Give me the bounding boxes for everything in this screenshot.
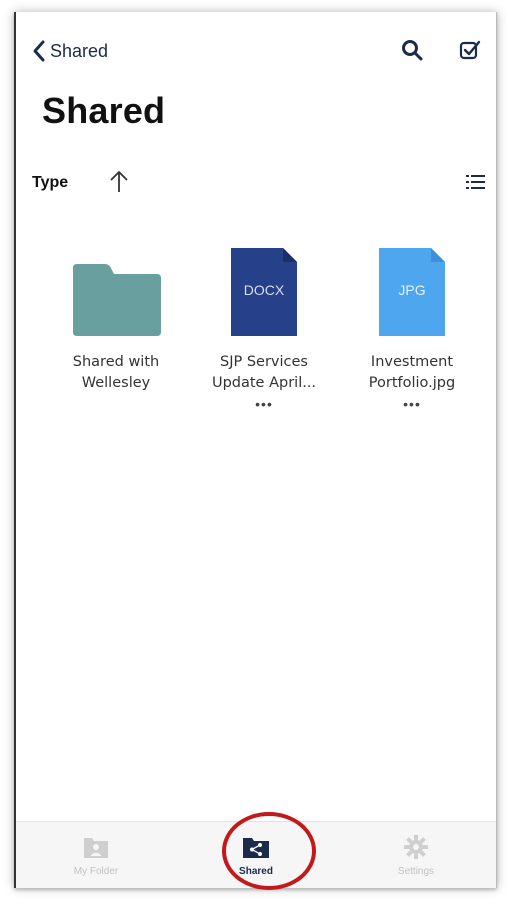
- docx-thumbnail: DOCX: [194, 238, 334, 338]
- item-name-line: Investment: [370, 354, 454, 370]
- select-checkbox-icon: [459, 40, 481, 60]
- app-screen: Shared Shared Type Shared with Wellesley…: [14, 12, 497, 888]
- docx-badge: DOCX: [244, 282, 285, 298]
- item-name-line: Update April...: [211, 375, 317, 391]
- item-name-line: Portfolio.jpg: [368, 375, 456, 391]
- jpg-file-icon: JPG: [379, 248, 445, 336]
- more-options-button[interactable]: •••: [194, 396, 334, 412]
- view-toggle-button[interactable]: [464, 170, 492, 198]
- jpg-thumbnail: JPG: [342, 238, 482, 338]
- grid-item-shared-with-wellesley[interactable]: Shared with Wellesley: [46, 238, 186, 394]
- select-button[interactable]: [456, 36, 484, 64]
- arrow-up-icon: [110, 171, 128, 192]
- chevron-left-icon: [33, 40, 45, 62]
- docx-file-icon: DOCX: [231, 248, 297, 336]
- item-name: Shared with Wellesley: [46, 352, 186, 394]
- tab-icon-wrap: [336, 834, 496, 860]
- folder-icon: [73, 264, 161, 336]
- tab-icon-wrap: [176, 834, 336, 860]
- tab-my-folder[interactable]: My Folder: [16, 822, 176, 888]
- header: Shared Shared: [16, 12, 496, 152]
- grid-item-investment-portfolio[interactable]: JPG Investment Portfolio.jpg •••: [342, 238, 482, 412]
- sort-type-button[interactable]: Type: [32, 174, 68, 192]
- tab-settings[interactable]: Settings: [336, 822, 496, 888]
- page-title: Shared: [42, 90, 166, 131]
- grid-item-sjp-services[interactable]: DOCX SJP Services Update April... •••: [194, 238, 334, 412]
- item-name-line: SJP Services: [220, 354, 308, 370]
- back-button[interactable]: Shared: [32, 38, 108, 64]
- more-options-button[interactable]: •••: [342, 396, 482, 412]
- back-button-label: Shared: [50, 40, 109, 61]
- item-name: Investment Portfolio.jpg: [342, 352, 482, 394]
- tab-shared[interactable]: Shared: [176, 822, 336, 888]
- search-button[interactable]: [398, 36, 426, 64]
- tab-bar: My Folder Shared Settings: [16, 821, 496, 888]
- gear-icon: [404, 835, 428, 859]
- folder-thumbnail: [46, 238, 186, 338]
- jpg-badge: JPG: [398, 282, 425, 298]
- sort-toolbar: Type: [16, 162, 496, 206]
- item-name-line: Shared with: [72, 354, 160, 370]
- tab-label: Settings: [397, 866, 435, 877]
- item-name: SJP Services Update April...: [194, 352, 334, 394]
- tab-label: My Folder: [73, 866, 119, 877]
- item-name-line: Wellesley: [81, 375, 151, 391]
- folder-person-icon: [84, 838, 108, 858]
- search-icon: [402, 40, 423, 61]
- tab-label: Shared: [239, 866, 273, 877]
- tab-icon-wrap: [16, 834, 176, 860]
- sort-direction-button[interactable]: [108, 168, 130, 199]
- shared-folder-icon: [243, 838, 269, 858]
- list-view-icon: [466, 175, 485, 189]
